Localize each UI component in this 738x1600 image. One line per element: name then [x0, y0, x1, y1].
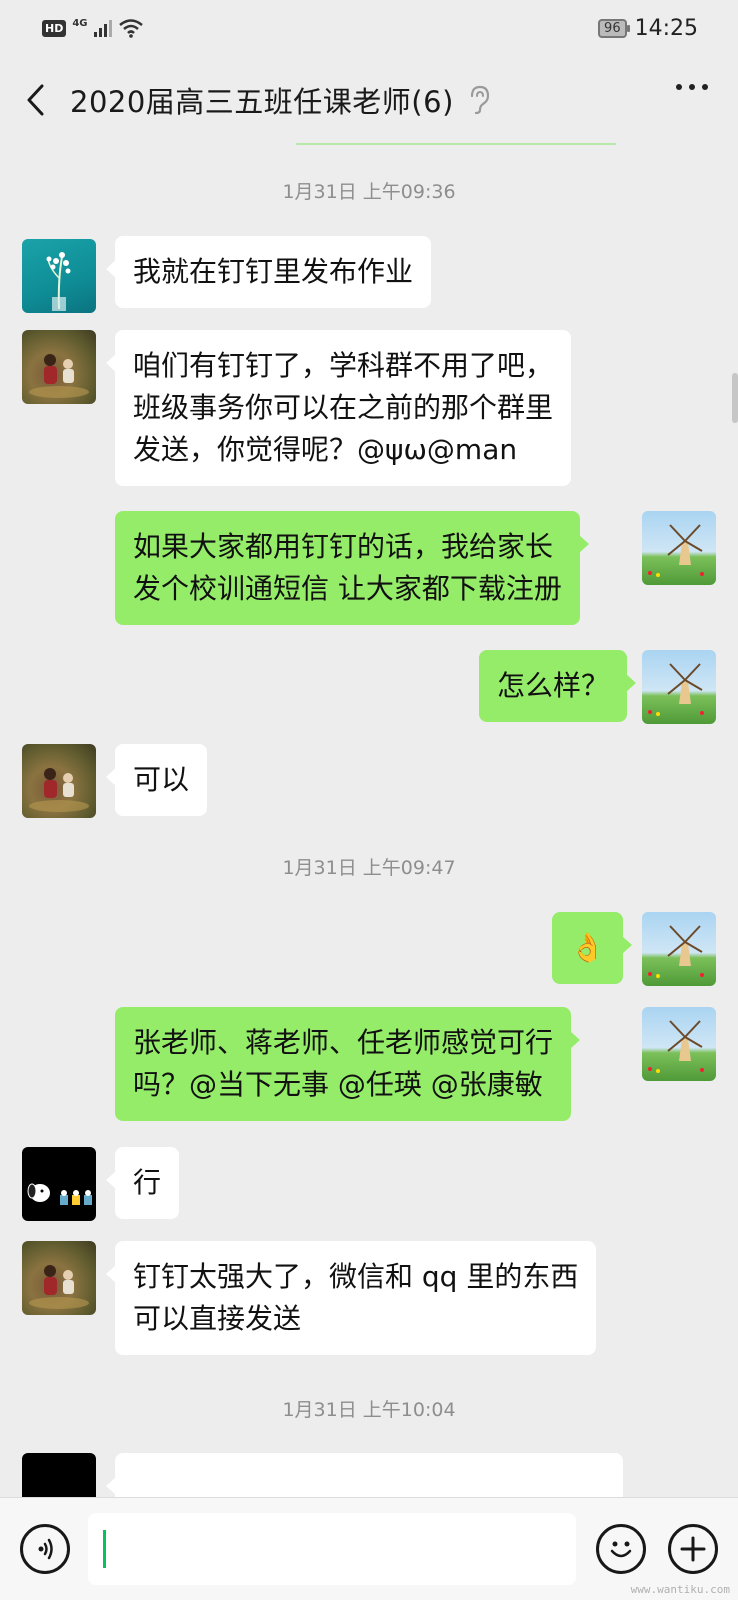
people-photo-icon	[29, 354, 89, 398]
message-bubble[interactable]: 如果大家都用钉钉的话，我给家长 发个校训通短信 让大家都下载注册	[115, 511, 589, 625]
chat-title: 2020届高三五班任课老师(6)	[70, 85, 454, 119]
photo-avatar[interactable]	[22, 744, 96, 818]
message-bubble[interactable]: 钉钉太强大了，微信和 qq 里的东西 可以直接发送	[105, 1241, 597, 1355]
message-bubble[interactable]: 我就在钉钉里发布作业	[105, 236, 432, 308]
more-functions-button[interactable]	[668, 1524, 718, 1574]
people-photo-icon	[29, 1265, 89, 1309]
chevron-left-icon	[27, 84, 44, 116]
photo-avatar[interactable]	[22, 1241, 96, 1315]
photo-avatar[interactable]	[22, 330, 96, 404]
status-bar: HD 4G 96 14:25	[0, 0, 738, 56]
text-cursor	[103, 1530, 106, 1568]
windmill-icon	[648, 1020, 704, 1073]
watermark: www.wantiku.com	[630, 1583, 730, 1596]
windmill-icon	[648, 524, 704, 577]
timestamp: 1月31日 上午09:36	[282, 181, 456, 203]
hd-icon: HD	[42, 19, 67, 37]
status-left: HD 4G	[42, 18, 144, 38]
timestamp: 1月31日 上午10:04	[282, 1399, 456, 1421]
voice-input-button[interactable]	[20, 1524, 70, 1574]
dot-icon	[689, 84, 695, 90]
snoopy-avatar[interactable]	[22, 1147, 96, 1221]
snoopy-icon	[27, 1183, 92, 1205]
people-photo-icon	[29, 768, 89, 812]
message-bubble[interactable]: 张老师、蒋老师、任老师感觉可行 吗？@当下无事 @任瑛 @张康敏	[115, 1007, 581, 1121]
voice-icon	[38, 1538, 53, 1560]
smiley-icon	[610, 1541, 632, 1558]
timestamp: 1月31日 上午09:47	[282, 857, 456, 879]
status-right: 96 14:25	[598, 16, 698, 41]
wifi-icon	[118, 19, 143, 38]
windmill-avatar[interactable]	[642, 1007, 716, 1081]
more-options-button[interactable]	[676, 84, 708, 90]
ear-icon	[470, 85, 489, 115]
dot-icon	[702, 84, 708, 90]
flower-avatar[interactable]	[22, 239, 96, 313]
message-bubble[interactable]: 行	[105, 1147, 180, 1219]
message-bubble[interactable]: 怎么样？	[479, 650, 637, 722]
windmill-avatar[interactable]	[642, 511, 716, 585]
network-type: 4G	[72, 17, 88, 29]
dot-icon	[676, 84, 682, 90]
emoji-message-bubble[interactable]: 👌	[552, 912, 632, 984]
signal-icon	[93, 19, 112, 37]
clock: 14:25	[634, 15, 698, 41]
emoji-button[interactable]	[596, 1524, 646, 1574]
lily-of-the-valley-icon	[46, 252, 71, 311]
windmill-icon	[648, 925, 704, 978]
input-bar: www.wantiku.com	[0, 1497, 738, 1600]
message-bubble[interactable]: 可以	[105, 744, 208, 816]
snoopy-avatar[interactable]	[22, 1453, 96, 1497]
windmill-avatar[interactable]	[642, 650, 716, 724]
back-button[interactable]	[0, 56, 70, 144]
windmill-icon	[648, 663, 704, 716]
scrollbar[interactable]	[732, 373, 738, 423]
chat-area[interactable]: 1月31日 上午09:36 我就在钉钉里发布作业 咱们有钉钉了，学科群不用了吧，…	[0, 145, 738, 1497]
title-bar: 2020届高三五班任课老师(6)	[0, 56, 738, 144]
message-bubble-partial[interactable]	[106, 1453, 623, 1497]
message-input[interactable]	[88, 1513, 576, 1585]
windmill-avatar[interactable]	[642, 912, 716, 986]
message-bubble[interactable]: 咱们有钉钉了，学科群不用了吧， 班级事务你可以在之前的那个群里 发送，你觉得呢？…	[105, 330, 572, 486]
battery-icon: 96	[598, 18, 630, 38]
plus-icon	[680, 1536, 706, 1562]
